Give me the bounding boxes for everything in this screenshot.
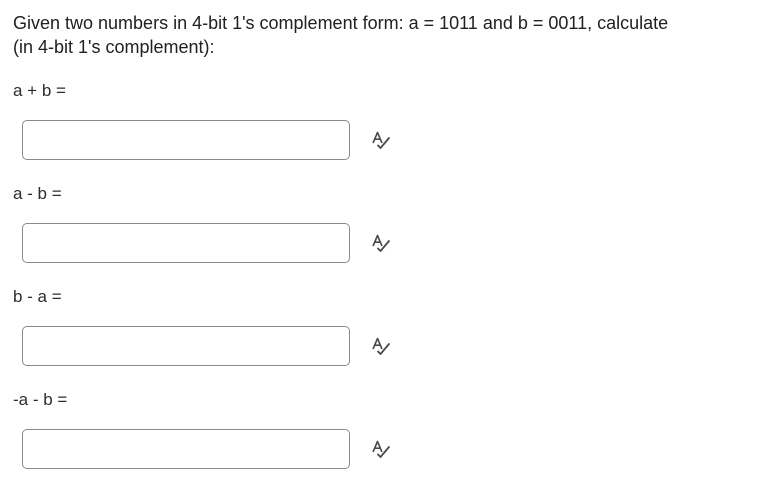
- part-label-a-minus-b: a - b =: [13, 184, 62, 203]
- question-line-1: Given two numbers in 4-bit 1's complemen…: [13, 13, 669, 33]
- question-line-2: (in 4-bit 1's complement):: [13, 37, 215, 57]
- answer-input-a-minus-b[interactable]: [22, 223, 350, 263]
- part-label-neg-a-minus-b: -a - b =: [13, 390, 68, 409]
- spell-check-icon[interactable]: [371, 440, 391, 458]
- answer-input-a-plus-b[interactable]: [22, 120, 350, 160]
- answer-input-b-minus-a[interactable]: [22, 326, 350, 366]
- spell-check-icon[interactable]: [371, 337, 391, 355]
- question-text: Given two numbers in 4-bit 1's complemen…: [13, 11, 743, 59]
- part-label-a-plus-b: a + b =: [13, 81, 66, 100]
- answer-input-neg-a-minus-b[interactable]: [22, 429, 350, 469]
- spell-check-icon[interactable]: [371, 234, 391, 252]
- spell-check-icon[interactable]: [371, 131, 391, 149]
- part-label-b-minus-a: b - a =: [13, 287, 62, 306]
